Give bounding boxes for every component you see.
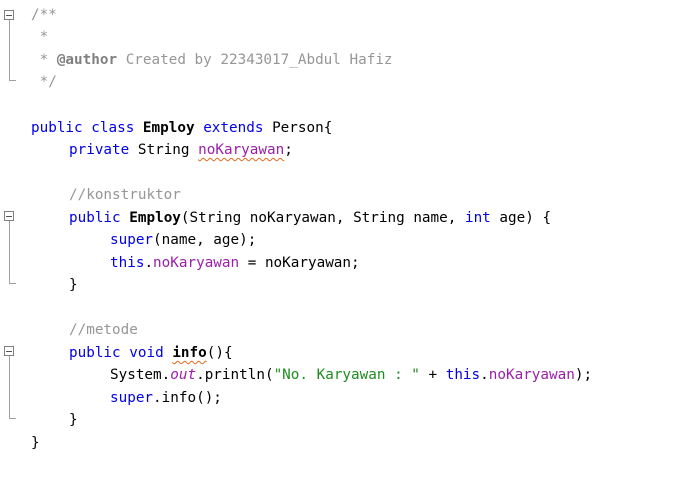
field-name: noKaryawan: [153, 255, 240, 271]
code-line[interactable]: }: [0, 409, 673, 431]
keyword: int: [464, 210, 491, 226]
doc-comment: Created by 22343017_Abdul Hafiz: [117, 52, 393, 68]
keyword: public: [69, 345, 121, 361]
code-text: .: [480, 367, 489, 383]
string-literal: "No. Karyawan : ": [273, 367, 420, 383]
type-name: String: [137, 142, 190, 158]
keyword: public: [69, 210, 121, 226]
doc-comment: /**: [31, 7, 57, 23]
code-line[interactable]: */: [0, 71, 673, 93]
code-text: +: [419, 367, 446, 383]
code-line[interactable]: public void info(){: [0, 342, 673, 364]
code-editor[interactable]: /** * * @author Created by 22343017_Abdu…: [0, 0, 673, 456]
code-text: }: [31, 435, 40, 451]
code-line[interactable]: }: [0, 432, 673, 454]
code-text: (){: [206, 345, 233, 361]
line-comment: //konstruktor: [69, 187, 181, 203]
code-text: (name, age);: [153, 232, 257, 248]
code-text: .: [144, 255, 154, 271]
code-line[interactable]: this.noKaryawan = noKaryawan;: [0, 252, 673, 274]
doc-comment: *: [31, 29, 49, 45]
static-field: out: [170, 367, 197, 383]
code-line[interactable]: }: [0, 274, 673, 296]
code-line[interactable]: /**: [0, 4, 673, 26]
line-comment: //metode: [69, 322, 138, 338]
field-name: noKaryawan: [198, 142, 285, 158]
code-line[interactable]: *: [0, 26, 673, 48]
code-text: (String noKaryawan, String name,: [180, 210, 465, 226]
code-line[interactable]: //metode: [0, 319, 673, 341]
keyword: this: [445, 367, 481, 383]
code-text: age) {: [490, 210, 552, 226]
code-text: = noKaryawan;: [239, 255, 360, 271]
code-text: .info();: [153, 390, 222, 406]
code-line[interactable]: System.out.println("No. Karyawan : " + t…: [0, 364, 673, 386]
code-text: Person{: [272, 120, 333, 136]
code-text: );: [574, 367, 593, 383]
code-line[interactable]: super.info();: [0, 387, 673, 409]
code-line[interactable]: public Employ(String noKaryawan, String …: [0, 207, 673, 229]
doc-comment: *: [31, 52, 57, 68]
code-text: System.: [110, 367, 171, 383]
keyword: private: [69, 142, 130, 158]
keyword: class: [91, 120, 135, 136]
doc-comment: */: [31, 74, 57, 90]
field-name: noKaryawan: [488, 367, 575, 383]
code-line[interactable]: public class Employ extends Person{: [0, 117, 673, 139]
code-text: }: [69, 277, 78, 293]
keyword: super: [110, 232, 154, 248]
class-name: Employ: [142, 120, 195, 136]
keyword: super: [110, 390, 154, 406]
keyword: public: [31, 120, 83, 136]
method-name: info: [172, 345, 207, 361]
keyword: this: [110, 255, 145, 271]
javadoc-tag: @author: [56, 52, 118, 68]
code-line[interactable]: private String noKaryawan;: [0, 139, 673, 161]
constructor-name: Employ: [129, 210, 181, 226]
keyword: void: [129, 345, 164, 361]
code-line[interactable]: super(name, age);: [0, 229, 673, 251]
code-line[interactable]: //konstruktor: [0, 184, 673, 206]
keyword: extends: [203, 120, 264, 136]
code-line[interactable]: * @author Created by 22343017_Abdul Hafi…: [0, 49, 673, 71]
code-text: }: [69, 412, 78, 428]
code-text: .println(: [196, 367, 274, 383]
code-text: ;: [284, 142, 293, 158]
